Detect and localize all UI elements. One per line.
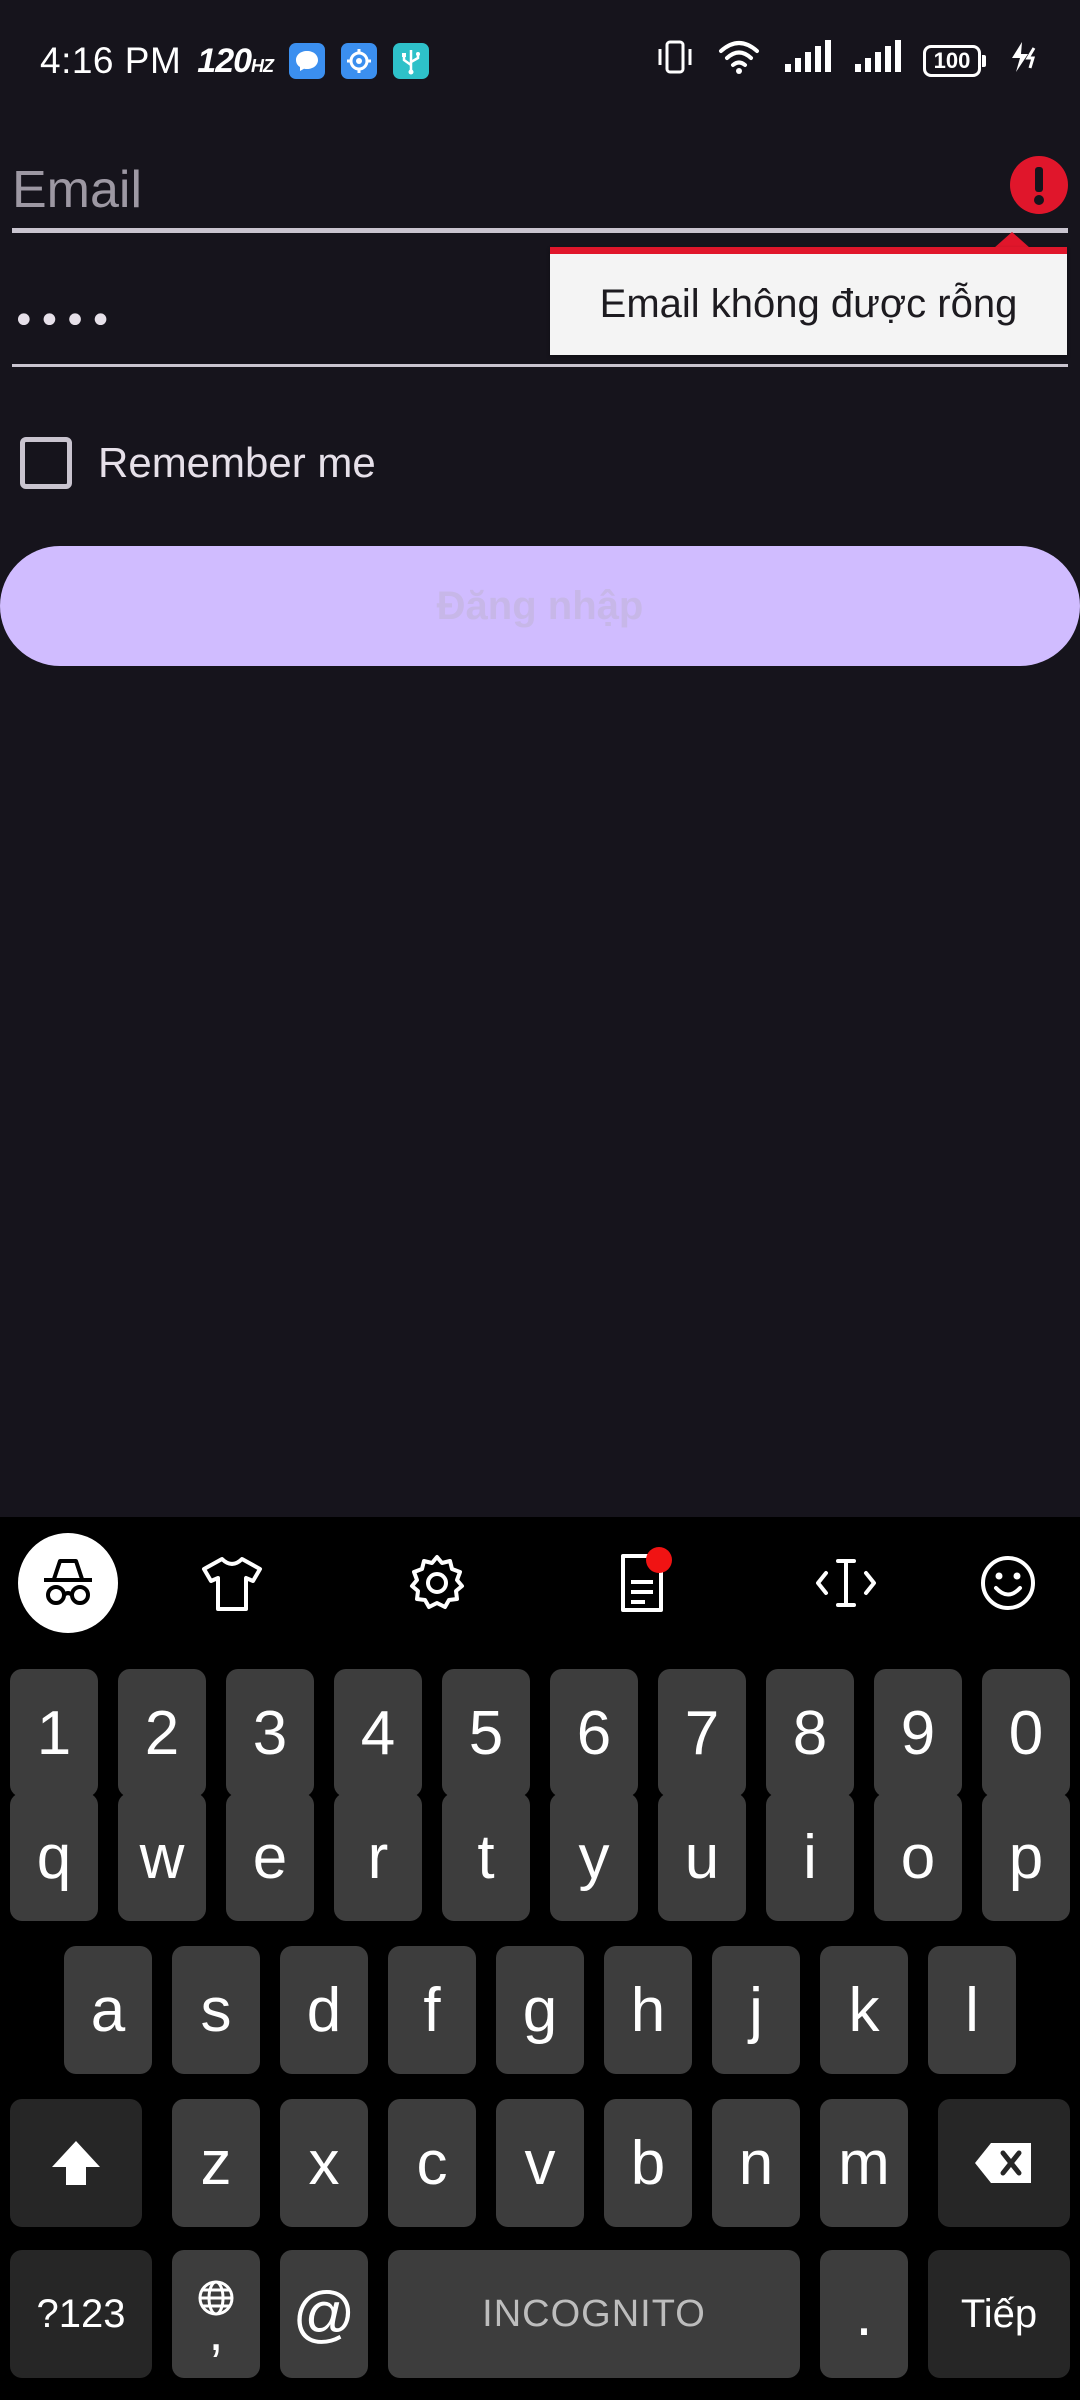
shift-arrow-icon: [52, 2141, 100, 2185]
login-button[interactable]: Đăng nhập: [0, 546, 1080, 666]
key-h[interactable]: h: [604, 1946, 692, 2074]
key-4[interactable]: 4: [334, 1669, 422, 1797]
key-l[interactable]: l: [928, 1946, 1016, 2074]
language-comma-key[interactable]: ,: [172, 2250, 260, 2378]
battery-level: 100: [923, 45, 981, 77]
refresh-rate: 120HZ: [197, 41, 274, 80]
wifi-icon: [717, 39, 761, 84]
email-underline: [12, 228, 1068, 233]
keyboard-toolbar: [0, 1517, 1080, 1649]
vibrate-icon: [655, 37, 695, 86]
email-field[interactable]: [12, 140, 1068, 235]
messenger-icon: [289, 43, 326, 79]
key-o[interactable]: o: [874, 1793, 962, 1921]
key-7[interactable]: 7: [658, 1669, 746, 1797]
battery-icon: 100: [923, 45, 986, 77]
charging-icon: [1008, 40, 1040, 83]
password-input[interactable]: ••••: [12, 298, 532, 360]
enter-next-key[interactable]: Tiếp: [928, 2250, 1070, 2378]
comma-label: ,: [208, 2302, 224, 2362]
key-w[interactable]: w: [118, 1793, 206, 1921]
key-p[interactable]: p: [982, 1793, 1070, 1921]
period-key[interactable]: .: [820, 2250, 908, 2378]
keyboard: 1 2 3 4 5 6 7 8 9 0 q w e r t y u i o p …: [0, 1517, 1080, 2400]
status-time: 4:16 PM: [40, 40, 182, 81]
key-2[interactable]: 2: [118, 1669, 206, 1797]
key-3[interactable]: 3: [226, 1669, 314, 1797]
theme-shirt-icon[interactable]: [182, 1533, 282, 1633]
password-underline: [12, 364, 1068, 367]
usb-icon: [393, 43, 430, 79]
remember-me-label: Remember me: [98, 439, 376, 486]
key-n[interactable]: n: [712, 2099, 800, 2227]
key-8[interactable]: 8: [766, 1669, 854, 1797]
signal-icon: [783, 39, 831, 83]
key-5[interactable]: 5: [442, 1669, 530, 1797]
gear-icon[interactable]: [387, 1533, 487, 1633]
key-1[interactable]: 1: [10, 1669, 98, 1797]
key-y[interactable]: y: [550, 1793, 638, 1921]
at-key[interactable]: @: [280, 2250, 368, 2378]
text-cursor-icon[interactable]: [796, 1533, 896, 1633]
email-input[interactable]: [12, 158, 972, 222]
settings-app-icon: [341, 43, 378, 79]
key-u[interactable]: u: [658, 1793, 746, 1921]
emoji-icon[interactable]: [958, 1533, 1058, 1633]
remember-me-checkbox[interactable]: [20, 437, 72, 489]
key-r[interactable]: r: [334, 1793, 422, 1921]
email-error-text: Email không được rỗng: [599, 282, 1018, 326]
key-0[interactable]: 0: [982, 1669, 1070, 1797]
key-i[interactable]: i: [766, 1793, 854, 1921]
error-icon[interactable]: [1010, 156, 1068, 214]
email-error-popup: Email không được rỗng: [550, 247, 1067, 355]
clipboard-icon[interactable]: [592, 1533, 692, 1633]
key-j[interactable]: j: [712, 1946, 800, 2074]
key-s[interactable]: s: [172, 1946, 260, 2074]
backspace-key[interactable]: [938, 2099, 1070, 2227]
key-9[interactable]: 9: [874, 1669, 962, 1797]
shift-key[interactable]: [10, 2099, 142, 2227]
remember-me-row[interactable]: Remember me: [20, 432, 376, 494]
key-k[interactable]: k: [820, 1946, 908, 2074]
error-popup-arrow: [994, 232, 1030, 248]
key-c[interactable]: c: [388, 2099, 476, 2227]
incognito-icon[interactable]: [18, 1533, 118, 1633]
key-f[interactable]: f: [388, 1946, 476, 2074]
key-z[interactable]: z: [172, 2099, 260, 2227]
signal-icon: [853, 39, 901, 83]
key-x[interactable]: x: [280, 2099, 368, 2227]
key-m[interactable]: m: [820, 2099, 908, 2227]
key-v[interactable]: v: [496, 2099, 584, 2227]
status-bar: 4:16 PM 120HZ 100: [0, 0, 1080, 122]
key-d[interactable]: d: [280, 1946, 368, 2074]
space-key[interactable]: INCOGNITO: [388, 2250, 800, 2378]
key-e[interactable]: e: [226, 1793, 314, 1921]
symbols-key[interactable]: ?123: [10, 2250, 152, 2378]
key-t[interactable]: t: [442, 1793, 530, 1921]
key-a[interactable]: a: [64, 1946, 152, 2074]
key-6[interactable]: 6: [550, 1669, 638, 1797]
key-b[interactable]: b: [604, 2099, 692, 2227]
key-q[interactable]: q: [10, 1793, 98, 1921]
backspace-icon: [975, 2143, 1031, 2183]
clipboard-notification-dot: [646, 1547, 672, 1573]
key-g[interactable]: g: [496, 1946, 584, 2074]
